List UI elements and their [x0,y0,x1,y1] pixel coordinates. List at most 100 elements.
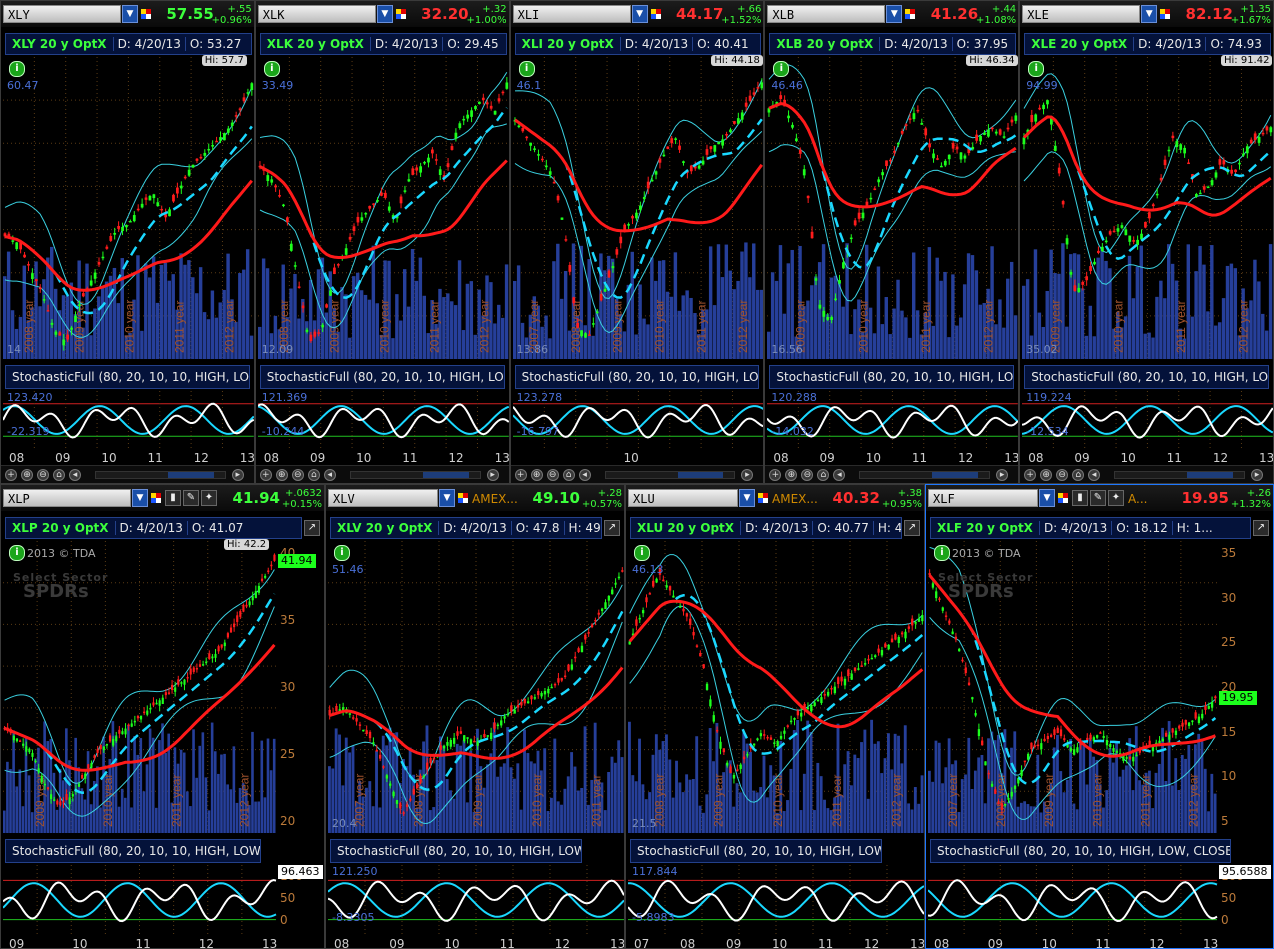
info-icon[interactable]: i [9,545,25,561]
candle-body [313,331,316,337]
scroll-right-icon[interactable]: ▸ [231,469,244,481]
info-icon[interactable]: i [9,61,25,77]
chart-panel-xlb[interactable]: XLB ▼ 41.26 +.44 +1.08% XLB 20 y OptX D: 4/20/… [764,0,1020,484]
info-icon[interactable]: i [1028,61,1045,77]
info-icon[interactable]: i [263,61,280,77]
crosshair-icon[interactable]: + [259,469,272,481]
crosshair-icon[interactable]: + [5,469,17,481]
scroll-left-icon[interactable]: ◂ [1088,469,1101,481]
dropdown-icon[interactable]: ▼ [439,489,455,507]
info-icon[interactable]: i [634,545,650,561]
candle-body [382,766,385,768]
chart-panel-xlv[interactable]: XLV ▼ AMEX... 49.10 +.28 +0.57% XLV 20 y OptX D… [325,484,625,949]
dropdown-icon[interactable]: ▼ [122,5,138,23]
chart-panel-xlp[interactable]: XLP ▼ ▮ ✎ ✦ 41.94 +.0632 +0.15% XLP 20 y OptX D: … [0,484,325,949]
crosshair-icon[interactable]: + [514,469,527,481]
dropdown-icon[interactable]: ▼ [376,5,393,23]
candle-body [419,776,422,782]
chart-panel-xlu[interactable]: XLU ▼ AMEX... 40.32 +.38 +0.95% XLU 20 y OptX D… [625,484,925,949]
zoom-in-icon[interactable]: ⊕ [785,469,798,481]
zoom-out-icon[interactable]: ⊖ [801,469,814,481]
chart-panel-xle[interactable]: XLE ▼ 82.12 +1.35 +1.67% XLE 20 y OptX D: 4/20… [1019,0,1274,484]
candle-body [783,730,786,734]
time-scrollbar[interactable] [349,471,481,479]
pencil-icon[interactable]: ✎ [1090,490,1106,506]
price-chart[interactable]: 2009 year 2010 year 2011 year 2012 year [767,57,1019,359]
symbol-input[interactable]: XLY [3,5,121,23]
volume-bar [816,762,820,833]
pointer-icon[interactable]: ✦ [201,490,217,506]
zoom-out-icon[interactable]: ⊖ [37,469,49,481]
zoom-out-icon[interactable]: ⊖ [291,469,304,481]
pencil-icon[interactable]: ✎ [183,490,199,506]
symbol-input[interactable]: XLB [767,5,886,23]
symbol-input[interactable]: XLU [628,489,738,507]
reset-icon[interactable]: ⌂ [562,469,575,481]
study-icon[interactable]: ↗ [1253,520,1269,536]
scroll-left-icon[interactable]: ◂ [69,469,81,481]
info-icon[interactable]: i [773,61,790,77]
symbol-input[interactable]: XLK [257,5,376,23]
price-chart[interactable]: 2007 year 2008 year 2009 year 2010 year 2011… [512,57,764,359]
scroll-left-icon[interactable]: ◂ [578,469,591,481]
price-chart[interactable]: 2007 year 2008 year 2009 year 2010 year 2011… [328,541,624,833]
volume-bar [617,740,621,833]
scroll-right-icon[interactable]: ▸ [996,469,1009,481]
candle-body [305,329,309,332]
symbol-input[interactable]: XLP [3,489,131,507]
reset-icon[interactable]: ⌂ [817,469,830,481]
reset-icon[interactable]: ⌂ [307,469,320,481]
dropdown-icon[interactable]: ▼ [1039,489,1055,507]
reset-icon[interactable]: ⌂ [53,469,65,481]
volume-bar [913,787,917,833]
dropdown-icon[interactable]: ▼ [886,5,903,23]
crosshair-icon[interactable]: + [769,469,782,481]
chart-panel-xlf[interactable]: XLF ▼ ▮ ✎ ✦ A... 19.95 +.26 +1.32% XLF 20 y OptX D… [925,484,1274,949]
dropdown-icon[interactable]: ▼ [132,489,148,507]
info-icon[interactable]: i [334,545,350,561]
dropdown-icon[interactable]: ▼ [631,5,648,23]
zoom-out-icon[interactable]: ⊖ [1056,469,1069,481]
study-icon[interactable]: ↗ [304,520,320,536]
drawing-icon[interactable]: ▮ [1072,490,1088,506]
scroll-right-icon[interactable]: ▸ [486,469,499,481]
symbol-input[interactable]: XLF [928,489,1038,507]
symbol-input[interactable]: XLE [1022,5,1141,23]
dropdown-icon[interactable]: ▼ [1141,5,1158,23]
candle-body [426,157,430,163]
symbol-input[interactable]: XLI [512,5,631,23]
zoom-in-icon[interactable]: ⊕ [275,469,288,481]
scroll-right-icon[interactable]: ▸ [741,469,754,481]
zoom-in-icon[interactable]: ⊕ [21,469,33,481]
time-scrollbar[interactable] [95,471,226,479]
price-chart[interactable]: 2008 year 2009 year 2010 year 2011 year 2012… [3,57,254,359]
chart-panel-xlk[interactable]: XLK ▼ 32.20 +.32 +1.00% XLK 20 y OptX D: 4/20/… [254,0,510,484]
info-icon[interactable]: i [518,61,535,77]
zoom-out-icon[interactable]: ⊖ [546,469,559,481]
chart-panel-xli[interactable]: XLI ▼ 44.17 +.66 +1.52% XLI 20 y OptX D: 4/20/… [509,0,765,484]
time-scrollbar[interactable] [604,471,736,479]
axis-max-label: 46.1 [516,79,542,92]
chart-panel-xly[interactable]: XLY ▼ 57.55 +.55 +0.96% XLY 20 y OptX D: 4/20/… [0,0,255,484]
time-scrollbar[interactable] [1114,471,1245,479]
price-chart[interactable]: 2009 year 2010 year 2011 year 2012 year [1022,57,1273,359]
zoom-in-icon[interactable]: ⊕ [530,469,543,481]
study-icon[interactable]: ↗ [904,520,920,536]
price-chart[interactable]: 2008 year 2009 year 2010 year 2011 year 2012… [628,541,924,833]
dropdown-icon[interactable]: ▼ [739,489,755,507]
price-chart[interactable]: 2008 year 2009 year 2010 year 2011 year 2012… [257,57,509,359]
stochastic-chart[interactable] [3,865,324,935]
symbol-input[interactable]: XLV [328,489,438,507]
high-price: H: 41.44 [872,521,901,535]
study-icon[interactable]: ↗ [604,520,620,536]
crosshair-icon[interactable]: + [1024,469,1037,481]
info-icon[interactable]: i [934,545,950,561]
pointer-icon[interactable]: ✦ [1108,490,1124,506]
zoom-in-icon[interactable]: ⊕ [1040,469,1053,481]
drawing-icon[interactable]: ▮ [165,490,181,506]
scroll-right-icon[interactable]: ▸ [1250,469,1263,481]
reset-icon[interactable]: ⌂ [1072,469,1085,481]
scroll-left-icon[interactable]: ◂ [323,469,336,481]
scroll-left-icon[interactable]: ◂ [833,469,846,481]
time-scrollbar[interactable] [859,471,991,479]
